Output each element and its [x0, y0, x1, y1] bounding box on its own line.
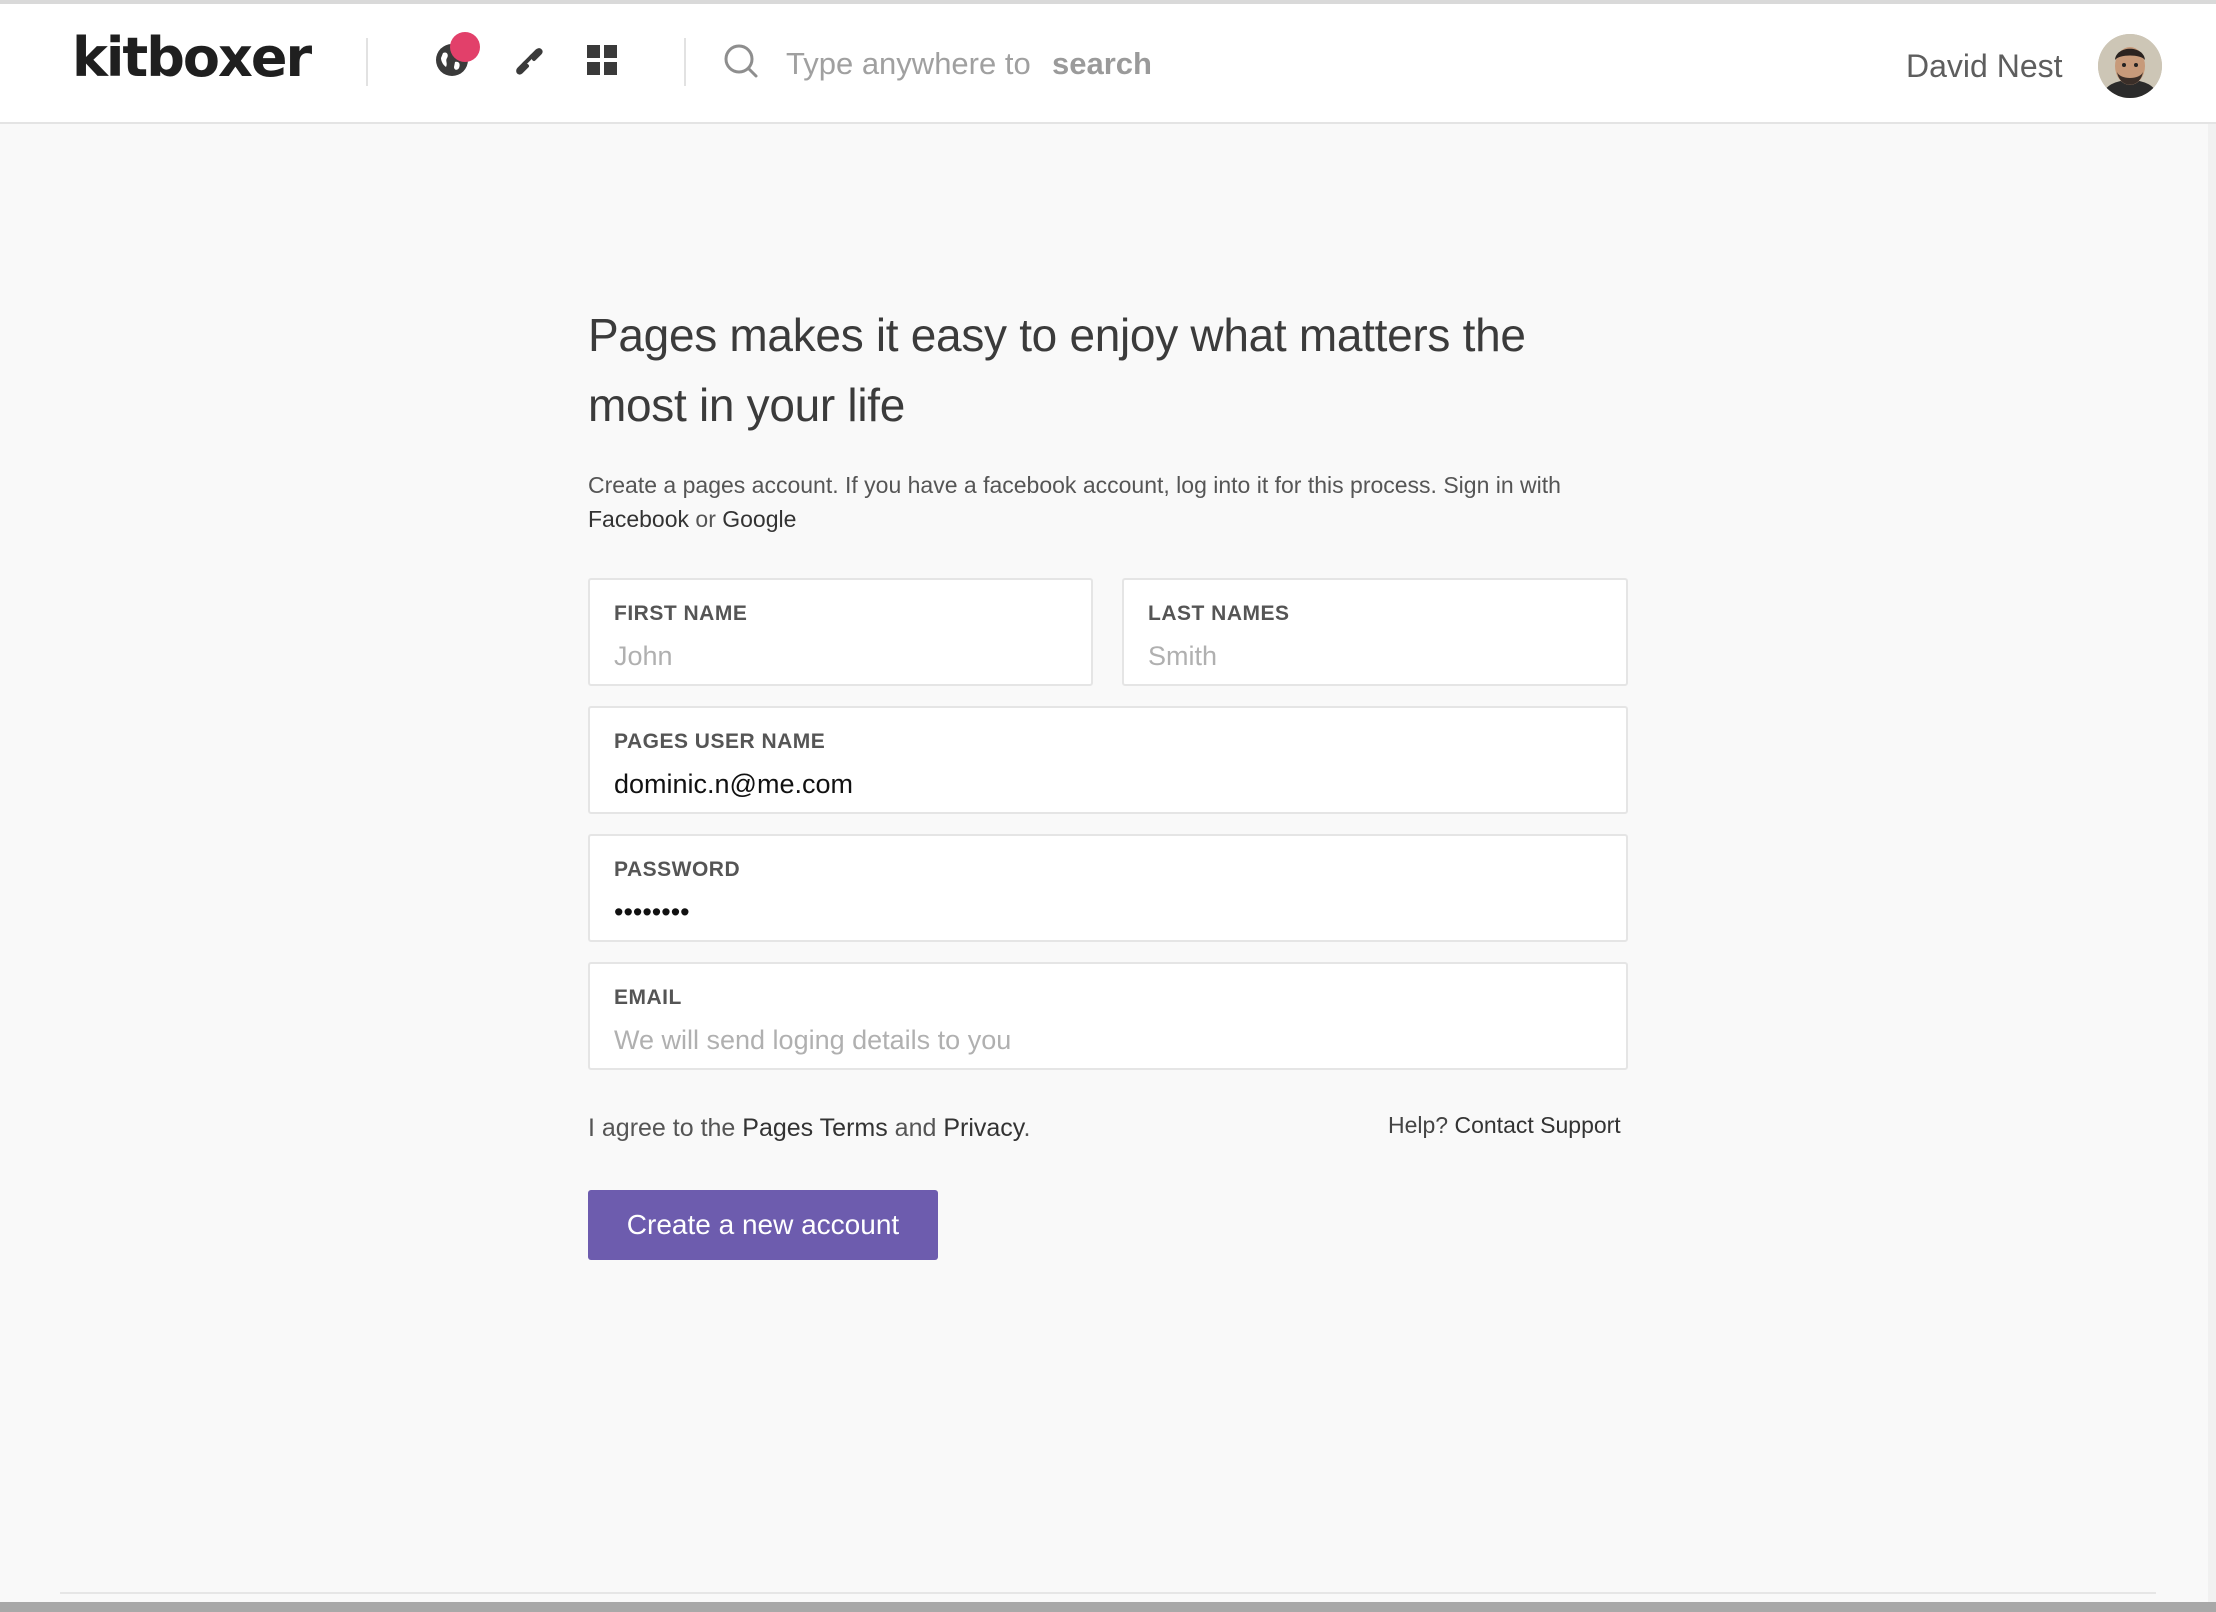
agree-prefix: I agree to the [588, 1114, 743, 1142]
user-name[interactable]: David Nest [1906, 48, 2063, 85]
page-title: Pages makes it easy to enjoy what matter… [588, 309, 1526, 431]
username-input[interactable] [614, 764, 1602, 804]
password-input[interactable] [614, 892, 1602, 932]
header-divider [366, 38, 368, 86]
last-name-field[interactable]: LAST NAMES [1122, 578, 1628, 686]
signup-intro: Pages makes it easy to enjoy what matter… [588, 300, 1628, 536]
and-text: and [887, 1114, 944, 1142]
window-bottom-edge [0, 1602, 2216, 1612]
help-text: Help? Contact Support [1388, 1112, 1621, 1139]
username-label: PAGES USER NAME [614, 730, 826, 753]
notification-badge[interactable] [450, 32, 480, 62]
email-field[interactable]: EMAIL [588, 962, 1628, 1070]
window-edge [2208, 124, 2216, 1604]
help-prefix: Help? [1388, 1112, 1455, 1138]
contact-support-link[interactable]: Contact Support [1454, 1112, 1620, 1138]
first-name-field[interactable]: FIRST NAME [588, 578, 1093, 686]
email-label: EMAIL [614, 986, 682, 1009]
terms-agreement: I agree to the Pages Terms and Privacy. [588, 1114, 1030, 1143]
header-divider [684, 38, 686, 86]
top-navbar: kitboxer Type anywhere to search David N… [0, 0, 2216, 124]
intro-sentence: Create a pages account. If you have a fa… [588, 472, 1561, 498]
grid-icon[interactable] [580, 38, 624, 82]
email-input[interactable] [614, 1020, 1602, 1060]
first-name-input[interactable] [614, 636, 1067, 676]
first-name-label: FIRST NAME [614, 602, 748, 625]
last-name-input[interactable] [1148, 636, 1602, 676]
search-input[interactable] [786, 40, 1486, 88]
password-field[interactable]: PASSWORD [588, 834, 1628, 942]
last-name-label: LAST NAMES [1148, 602, 1290, 625]
google-link[interactable]: Google [722, 506, 796, 532]
create-account-button[interactable]: Create a new account [588, 1190, 938, 1260]
facebook-link[interactable]: Facebook [588, 506, 689, 532]
link-icon[interactable] [506, 38, 550, 82]
avatar[interactable] [2098, 34, 2162, 98]
agree-suffix: . [1023, 1114, 1031, 1142]
terms-link[interactable]: Pages Terms [742, 1114, 887, 1142]
username-field[interactable]: PAGES USER NAME [588, 706, 1628, 814]
brand-logo[interactable]: kitboxer [72, 26, 312, 89]
app-window: kitboxer Type anywhere to search David N… [0, 0, 2216, 1612]
search-icon [722, 42, 762, 87]
password-label: PASSWORD [614, 858, 741, 881]
intro-text: Create a pages account. If you have a fa… [588, 468, 1628, 536]
privacy-link[interactable]: Privacy [943, 1114, 1023, 1142]
or-text: or [689, 506, 723, 532]
footer-divider [60, 1592, 2156, 1594]
